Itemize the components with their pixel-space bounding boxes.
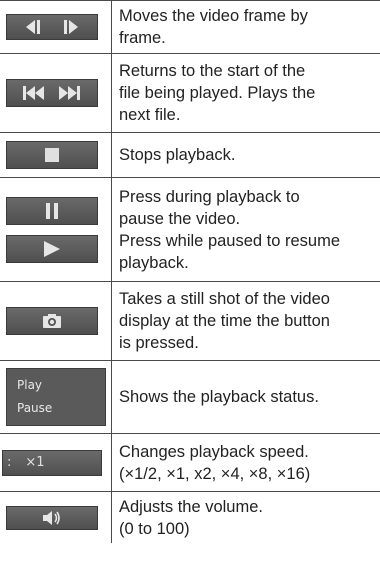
table-row: Adjusts the volume. (0 to 100) bbox=[0, 491, 380, 543]
skip-to-next-icon bbox=[59, 86, 81, 100]
icon-cell: Play Pause bbox=[0, 361, 112, 433]
icon-cell: : ×1 bbox=[0, 434, 112, 491]
table-row: Stops playback. bbox=[0, 132, 380, 177]
description-cell: Changes playback speed. (×1/2, ×1, x2, ×… bbox=[112, 434, 380, 491]
frame-step-button[interactable] bbox=[6, 14, 98, 40]
icon-cell bbox=[0, 492, 112, 543]
description-text: Press during playback to pause the video… bbox=[119, 187, 341, 272]
skip-to-start-icon bbox=[23, 86, 45, 100]
description-text: Shows the playback status. bbox=[119, 388, 319, 406]
play-button[interactable] bbox=[6, 234, 98, 263]
description-cell: Press during playback to pause the video… bbox=[112, 178, 380, 281]
description-text: Changes playback speed. (×1/2, ×1, x2, ×… bbox=[119, 442, 311, 483]
playback-speed-button[interactable]: : ×1 bbox=[2, 449, 102, 476]
stop-button[interactable] bbox=[6, 141, 98, 169]
stop-icon bbox=[44, 147, 60, 163]
playback-status-indicator: Play Pause bbox=[6, 368, 106, 426]
description-cell: Takes a still shot of the video display … bbox=[112, 282, 380, 360]
controls-table: Moves the video frame by frame. Returns … bbox=[0, 0, 380, 543]
pause-icon bbox=[45, 202, 59, 219]
frame-back-icon bbox=[25, 20, 45, 34]
volume-icon bbox=[42, 510, 62, 526]
table-row: : ×1 Changes playback speed. (×1/2, ×1, … bbox=[0, 433, 380, 491]
table-row: Returns to the start of the file being p… bbox=[0, 53, 380, 132]
snapshot-button[interactable] bbox=[6, 307, 98, 335]
table-row: Play Pause Shows the playback status. bbox=[0, 360, 380, 433]
volume-button[interactable] bbox=[6, 505, 98, 530]
description-text: Stops playback. bbox=[119, 146, 236, 164]
status-pause-label: Pause bbox=[17, 400, 53, 415]
skip-button[interactable] bbox=[6, 79, 98, 107]
description-cell: Returns to the start of the file being p… bbox=[112, 54, 380, 132]
icon-cell bbox=[0, 282, 112, 360]
status-play-label: Play bbox=[17, 377, 43, 392]
table-row: Takes a still shot of the video display … bbox=[0, 281, 380, 360]
description-cell: Moves the video frame by frame. bbox=[112, 1, 380, 53]
description-text: Returns to the start of the file being p… bbox=[119, 62, 316, 124]
speed-label: ×1 bbox=[25, 455, 45, 470]
description-cell: Stops playback. bbox=[112, 133, 380, 177]
table-row: Moves the video frame by frame. bbox=[0, 0, 380, 53]
description-text: Adjusts the volume. (0 to 100) bbox=[119, 497, 263, 538]
description-cell: Adjusts the volume. (0 to 100) bbox=[112, 492, 380, 543]
description-cell: Shows the playback status. bbox=[112, 361, 380, 433]
description-text: Moves the video frame by frame. bbox=[119, 7, 308, 47]
speed-prefix: : bbox=[7, 455, 12, 470]
icon-cell bbox=[0, 1, 112, 53]
frame-forward-icon bbox=[59, 20, 79, 34]
pause-button[interactable] bbox=[6, 196, 98, 225]
table-row: Press during playback to pause the video… bbox=[0, 177, 380, 281]
camera-icon bbox=[42, 313, 62, 329]
icon-cell bbox=[0, 178, 112, 281]
icon-cell bbox=[0, 54, 112, 132]
play-icon bbox=[43, 240, 61, 257]
icon-cell bbox=[0, 133, 112, 177]
description-text: Takes a still shot of the video display … bbox=[119, 290, 330, 352]
